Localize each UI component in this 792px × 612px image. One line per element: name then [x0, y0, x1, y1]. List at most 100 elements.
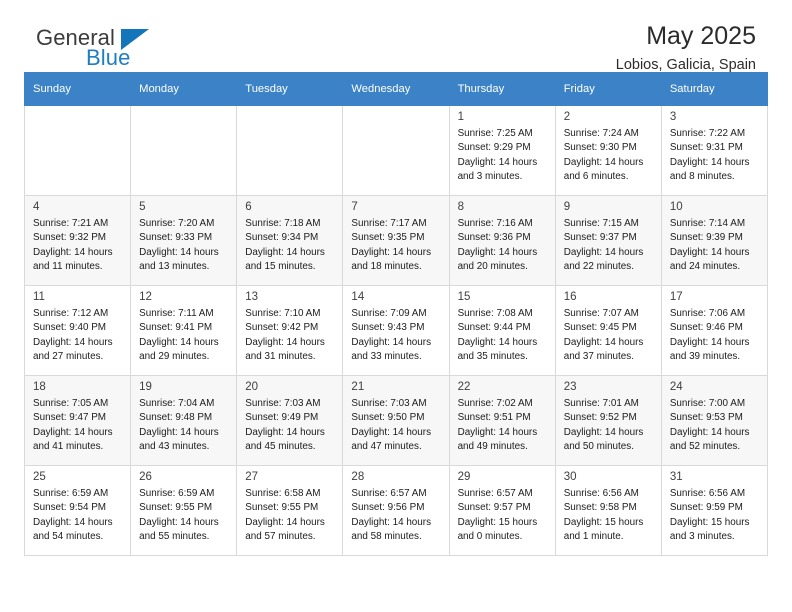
- day-info-daylight-line2: and 58 minutes.: [351, 530, 422, 542]
- day-info-daylight-line1: Daylight: 14 hours: [33, 336, 113, 348]
- day-info-sunrise: Sunrise: 7:15 AM: [563, 218, 639, 230]
- calendar-day-cell[interactable]: 5 Sunrise: 7:20 AM Sunset: 9:33 PM Daylight…: [130, 195, 238, 286]
- day-number: 27: [245, 471, 259, 483]
- day-info-sunset: Sunset: 9:48 PM: [139, 412, 213, 424]
- day-number: 31: [669, 471, 683, 483]
- day-sun-info: Sunrise: 7:22 AM Sunset: 9:31 PM Daylight:…: [670, 127, 761, 183]
- day-info-daylight-line2: and 49 minutes.: [457, 440, 528, 452]
- day-sun-info: Sunrise: 7:16 AM Sunset: 9:36 PM Daylight:…: [458, 217, 549, 273]
- day-info-daylight-line1: Daylight: 14 hours: [351, 426, 432, 438]
- day-info-sunset: Sunset: 9:45 PM: [563, 322, 637, 334]
- calendar-day-cell[interactable]: 21 Sunrise: 7:03 AM Sunset: 9:50 PM Dayligh…: [342, 375, 450, 466]
- calendar-day-cell[interactable]: 4 Sunrise: 7:21 AM Sunset: 9:32 PM Daylight…: [23, 195, 132, 286]
- day-sun-info: Sunrise: 6:57 AM Sunset: 9:57 PM Daylight:…: [458, 487, 549, 543]
- day-number: 1: [457, 111, 464, 123]
- day-info-daylight-line2: and 57 minutes.: [245, 530, 316, 542]
- calendar-day-cell[interactable]: 28 Sunrise: 6:57 AM Sunset: 9:56 PM Dayligh…: [342, 465, 450, 556]
- day-sun-info: Sunrise: 7:03 AM Sunset: 9:49 PM Daylight:…: [245, 397, 336, 453]
- day-info-sunrise: Sunrise: 7:02 AM: [457, 398, 533, 410]
- weekday-header-saturday: Saturday: [660, 72, 769, 106]
- day-sun-info: Sunrise: 7:25 AM Sunset: 9:29 PM Daylight:…: [458, 127, 549, 183]
- calendar-day-cell[interactable]: 29 Sunrise: 6:57 AM Sunset: 9:57 PM Dayligh…: [448, 465, 556, 556]
- day-info-daylight-line2: and 20 minutes.: [457, 260, 528, 272]
- day-cell-content: 24 Sunrise: 7:00 AM Sunset: 9:53 PM Dayligh…: [662, 376, 767, 465]
- weekday-header-row: Sunday Monday Tuesday Wednesday Thursday…: [23, 72, 769, 106]
- calendar-day-cell[interactable]: 12 Sunrise: 7:11 AM Sunset: 9:41 PM Dayligh…: [130, 285, 238, 376]
- day-info-sunset: Sunset: 9:40 PM: [33, 322, 107, 334]
- calendar-day-cell[interactable]: 7 Sunrise: 7:17 AM Sunset: 9:35 PM Daylight…: [342, 195, 450, 286]
- calendar-day-cell[interactable]: 3 Sunrise: 7:22 AM Sunset: 9:31 PM Daylight…: [660, 105, 769, 196]
- calendar-week-row: 1 Sunrise: 7:25 AM Sunset: 9:29 PM Daylight…: [23, 105, 769, 196]
- calendar-body: 1 Sunrise: 7:25 AM Sunset: 9:29 PM Daylight…: [23, 105, 769, 556]
- calendar-day-cell[interactable]: 6 Sunrise: 7:18 AM Sunset: 9:34 PM Daylight…: [236, 195, 344, 286]
- day-info-daylight-line2: and 45 minutes.: [245, 440, 316, 452]
- day-info-daylight-line2: and 1 minute.: [563, 530, 624, 542]
- day-info-daylight-line1: Daylight: 14 hours: [563, 426, 644, 438]
- day-info-sunrise: Sunrise: 6:56 AM: [669, 488, 746, 500]
- calendar-day-cell[interactable]: 31 Sunrise: 6:56 AM Sunset: 9:59 PM Dayligh…: [660, 465, 769, 556]
- calendar-day-cell[interactable]: 16 Sunrise: 7:07 AM Sunset: 9:45 PM Dayligh…: [554, 285, 662, 376]
- day-info-sunrise: Sunrise: 7:11 AM: [139, 308, 214, 320]
- day-info-sunrise: Sunrise: 7:05 AM: [33, 398, 109, 410]
- day-sun-info: Sunrise: 7:04 AM Sunset: 9:48 PM Daylight:…: [139, 397, 230, 453]
- calendar-day-cell[interactable]: 25 Sunrise: 6:59 AM Sunset: 9:54 PM Dayligh…: [23, 465, 132, 556]
- weekday-header-wednesday: Wednesday: [342, 72, 450, 106]
- day-info-daylight-line2: and 35 minutes.: [457, 350, 528, 362]
- day-info-daylight-line2: and 24 minutes.: [669, 260, 741, 272]
- day-info-daylight-line1: Daylight: 14 hours: [669, 426, 750, 438]
- day-number: 14: [351, 291, 365, 303]
- logo-text-blue: Blue: [86, 45, 131, 70]
- calendar-day-cell[interactable]: 10 Sunrise: 7:14 AM Sunset: 9:39 PM Dayligh…: [660, 195, 769, 286]
- day-sun-info: Sunrise: 7:24 AM Sunset: 9:30 PM Daylight:…: [564, 127, 655, 183]
- calendar-day-cell[interactable]: 2 Sunrise: 7:24 AM Sunset: 9:30 PM Daylight…: [554, 105, 662, 196]
- calendar-day-cell[interactable]: 8 Sunrise: 7:16 AM Sunset: 9:36 PM Daylight…: [448, 195, 556, 286]
- day-info-sunrise: Sunrise: 7:24 AM: [563, 128, 639, 140]
- calendar-day-cell[interactable]: 20 Sunrise: 7:03 AM Sunset: 9:49 PM Dayligh…: [236, 375, 344, 466]
- calendar-day-cell[interactable]: 9 Sunrise: 7:15 AM Sunset: 9:37 PM Daylight…: [554, 195, 662, 286]
- calendar-day-cell[interactable]: 14 Sunrise: 7:09 AM Sunset: 9:43 PM Dayligh…: [342, 285, 450, 376]
- day-info-sunrise: Sunrise: 6:58 AM: [245, 488, 321, 500]
- weekday-header-tuesday: Tuesday: [236, 72, 344, 106]
- day-info-daylight-line1: Daylight: 14 hours: [245, 336, 325, 348]
- calendar-day-cell[interactable]: 18 Sunrise: 7:05 AM Sunset: 9:47 PM Dayligh…: [23, 375, 132, 466]
- weekday-header-thursday: Thursday: [448, 72, 556, 106]
- calendar-day-cell[interactable]: 27 Sunrise: 6:58 AM Sunset: 9:55 PM Dayligh…: [236, 465, 344, 556]
- day-cell-content: 16 Sunrise: 7:07 AM Sunset: 9:45 PM Dayligh…: [556, 286, 661, 375]
- day-info-sunrise: Sunrise: 6:57 AM: [351, 488, 427, 500]
- day-sun-info: Sunrise: 7:08 AM Sunset: 9:44 PM Daylight:…: [458, 307, 549, 363]
- day-info-daylight-line2: and 22 minutes.: [563, 260, 634, 272]
- day-cell-content: 1 Sunrise: 7:25 AM Sunset: 9:29 PM Daylight…: [450, 106, 555, 195]
- calendar-day-cell[interactable]: 17 Sunrise: 7:06 AM Sunset: 9:46 PM Dayligh…: [660, 285, 769, 376]
- calendar-day-cell[interactable]: 30 Sunrise: 6:56 AM Sunset: 9:58 PM Dayligh…: [554, 465, 662, 556]
- calendar-day-cell[interactable]: 23 Sunrise: 7:01 AM Sunset: 9:52 PM Dayligh…: [554, 375, 662, 466]
- day-cell-content: 26 Sunrise: 6:59 AM Sunset: 9:55 PM Dayligh…: [131, 466, 236, 555]
- day-number: 4: [33, 201, 40, 213]
- calendar-day-cell[interactable]: 15 Sunrise: 7:08 AM Sunset: 9:44 PM Dayligh…: [448, 285, 556, 376]
- day-cell-content: 7 Sunrise: 7:17 AM Sunset: 9:35 PM Daylight…: [343, 196, 448, 285]
- day-info-daylight-line2: and 50 minutes.: [563, 440, 634, 452]
- general-blue-logo[interactable]: General Blue: [24, 22, 174, 74]
- day-info-daylight-line2: and 37 minutes.: [563, 350, 634, 362]
- day-number: 17: [669, 291, 683, 303]
- calendar-day-cell[interactable]: 19 Sunrise: 7:04 AM Sunset: 9:48 PM Dayligh…: [130, 375, 238, 466]
- day-info-daylight-line1: Daylight: 14 hours: [351, 336, 432, 348]
- calendar-day-cell[interactable]: 24 Sunrise: 7:00 AM Sunset: 9:53 PM Dayligh…: [660, 375, 769, 466]
- calendar-day-cell[interactable]: 22 Sunrise: 7:02 AM Sunset: 9:51 PM Dayligh…: [448, 375, 556, 466]
- page-subtitle: Lobios, Galicia, Spain: [615, 57, 756, 73]
- day-cell-content: 21 Sunrise: 7:03 AM Sunset: 9:50 PM Dayligh…: [343, 376, 448, 465]
- calendar-day-cell[interactable]: 11 Sunrise: 7:12 AM Sunset: 9:40 PM Dayligh…: [23, 285, 132, 376]
- day-cell-content: 13 Sunrise: 7:10 AM Sunset: 9:42 PM Dayligh…: [237, 286, 342, 375]
- day-info-sunrise: Sunrise: 7:22 AM: [669, 128, 746, 140]
- calendar-day-cell[interactable]: 1 Sunrise: 7:25 AM Sunset: 9:29 PM Daylight…: [448, 105, 556, 196]
- day-sun-info: Sunrise: 7:15 AM Sunset: 9:37 PM Daylight:…: [564, 217, 655, 273]
- day-info-sunrise: Sunrise: 7:25 AM: [457, 128, 533, 140]
- calendar-empty-cell: [23, 105, 132, 196]
- day-info-sunrise: Sunrise: 7:03 AM: [351, 398, 427, 410]
- day-cell-content: 12 Sunrise: 7:11 AM Sunset: 9:41 PM Dayligh…: [131, 286, 236, 375]
- day-info-sunset: Sunset: 9:29 PM: [457, 142, 531, 154]
- day-info-daylight-line1: Daylight: 14 hours: [139, 516, 219, 528]
- calendar-day-cell[interactable]: 26 Sunrise: 6:59 AM Sunset: 9:55 PM Dayligh…: [130, 465, 238, 556]
- calendar-day-cell[interactable]: 13 Sunrise: 7:10 AM Sunset: 9:42 PM Dayligh…: [236, 285, 344, 376]
- day-info-sunrise: Sunrise: 6:57 AM: [457, 488, 533, 500]
- day-info-sunset: Sunset: 9:52 PM: [563, 412, 637, 424]
